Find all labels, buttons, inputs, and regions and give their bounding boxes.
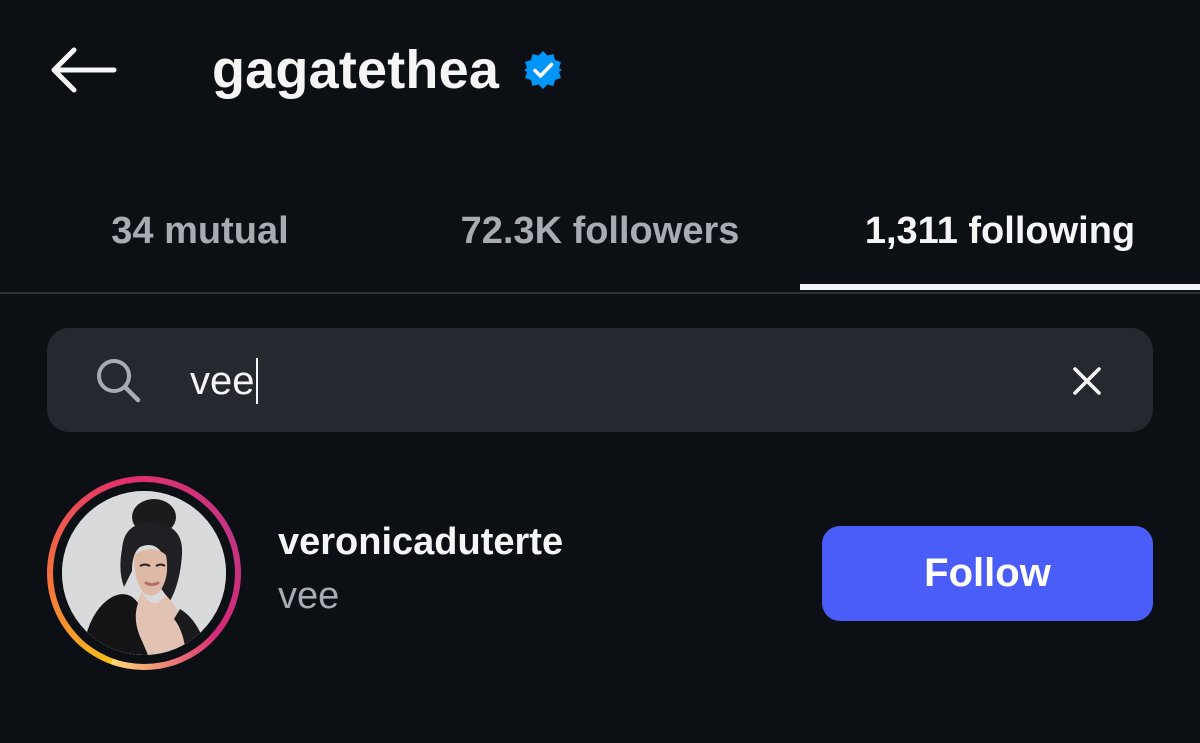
follow-button[interactable]: Follow <box>822 526 1153 621</box>
avatar[interactable] <box>62 491 226 655</box>
back-button[interactable] <box>44 40 122 100</box>
username[interactable]: veronicaduterte <box>278 518 563 566</box>
follow-tabs: 34 mutual 72.3K followers 1,311 followin… <box>0 170 1200 294</box>
text-cursor <box>255 358 258 404</box>
verified-badge-icon <box>523 50 563 90</box>
profile-title: gagatethea <box>212 34 563 106</box>
close-icon <box>1073 367 1101 395</box>
search-icon <box>92 354 144 406</box>
page-title: gagatethea <box>212 40 500 100</box>
top-bar: gagatethea <box>0 0 1200 140</box>
tab-mutual[interactable]: 34 mutual <box>0 170 400 292</box>
tab-following[interactable]: 1,311 following <box>800 170 1200 292</box>
arrow-left-icon <box>51 47 117 93</box>
search-input[interactable]: vee <box>190 348 990 414</box>
clear-search-button[interactable] <box>1060 354 1114 408</box>
full-name: vee <box>278 575 340 617</box>
active-tab-indicator <box>800 284 1200 290</box>
tab-followers[interactable]: 72.3K followers <box>400 170 800 292</box>
search-query-text: vee <box>190 359 255 403</box>
